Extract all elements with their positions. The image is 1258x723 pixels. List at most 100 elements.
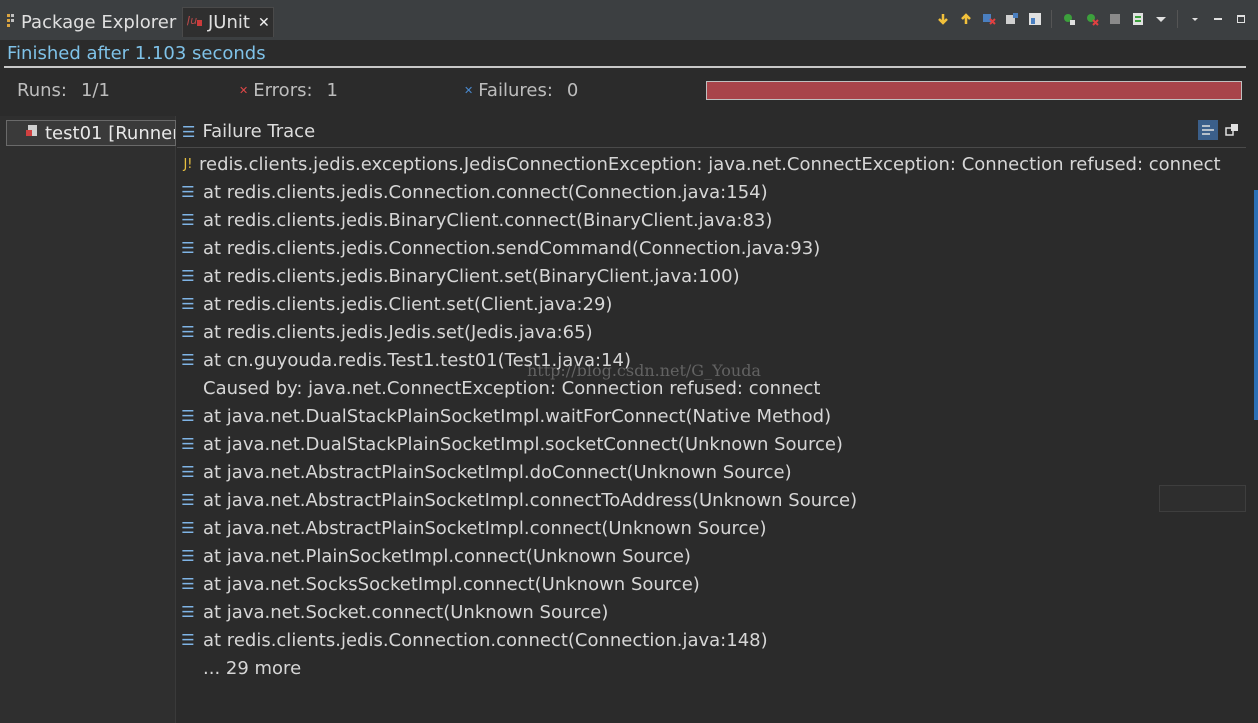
rerun-failures-first-icon[interactable] [1082,10,1101,29]
trace-line-text: at redis.clients.jedis.BinaryClient.conn… [203,209,773,231]
trace-line[interactable]: ·... 29 more [177,654,1258,682]
status-divider [4,66,1246,68]
trace-line[interactable]: ☰ at java.net.DualStackPlainSocketImpl.so… [177,430,1258,458]
failures-value: 0 [566,80,579,101]
trace-line-text: redis.clients.jedis.exceptions.JedisConn… [199,153,1221,175]
tree-item-test01[interactable]: test01 [Runner [6,120,176,146]
trace-line-text: Caused by: java.net.ConnectException: Co… [203,377,821,399]
trace-actions [1198,120,1242,140]
stack-trace-list: J! redis.clients.jedis.exceptions.JedisCo… [177,150,1258,682]
failure-trace-title: Failure Trace [202,121,316,142]
test-tree-panel: test01 [Runner [0,116,176,723]
next-failure-icon[interactable] [933,10,952,29]
trace-line-text: at redis.clients.jedis.Jedis.set(Jedis.j… [203,321,593,343]
trace-line-text: at java.net.Socket.connect(Unknown Sourc… [203,601,609,623]
trace-line-text: at java.net.DualStackPlainSocketImpl.soc… [203,433,843,455]
minimize-icon[interactable] [1208,10,1227,29]
view-menu-icon[interactable] [1185,10,1204,29]
trace-line-text: at java.net.PlainSocketImpl.connect(Unkn… [203,545,691,567]
watermark: http://blog.csdn.net/G_Youda [527,361,761,380]
failure-icon: ✕ [464,84,474,97]
svg-text:Ju: Ju [187,14,197,27]
failure-trace-panel: ☰ Failure Trace J! redis.clients.jedis.ex… [177,116,1258,723]
exception-icon: J! [183,156,193,172]
stack-frame-icon: ☰ [181,547,195,565]
errors-value: 1 [326,80,338,101]
stack-frame-icon: ☰ [181,519,195,537]
stack-frame-icon: ☰ [181,491,195,509]
trace-line-text: at java.net.AbstractPlainSocketImpl.conn… [203,489,858,511]
filter-stack-trace-icon[interactable] [1198,120,1218,140]
trace-line[interactable]: ☰ at redis.clients.jedis.BinaryClient.set… [177,262,1258,290]
trace-line-text: at java.net.AbstractPlainSocketImpl.doCo… [203,461,792,483]
progress-fill [707,82,1241,99]
package-explorer-icon [6,12,16,33]
trace-line-text: at redis.clients.jedis.Connection.connec… [203,181,768,203]
tab-label: JUnit [208,12,250,33]
stack-frame-icon: ☰ [181,183,195,201]
test-error-icon [25,124,39,142]
trace-line[interactable]: ☰ at java.net.AbstractPlainSocketImpl.con… [177,514,1258,542]
trace-line[interactable]: ☰ at java.net.SocksSocketImpl.connect(Unk… [177,570,1258,598]
close-icon[interactable]: ✕ [258,15,270,31]
show-failures-only-icon[interactable] [979,10,998,29]
failures-label: Failures: [478,80,553,101]
failure-trace-header: ☰ Failure Trace [177,116,1246,148]
errors-label: Errors: [253,80,313,101]
stack-frame-icon: ☰ [181,603,195,621]
view-tab-bar: Package Explorer Ju JUnit ✕ [0,0,1258,40]
trace-line[interactable]: ☰ at java.net.AbstractPlainSocketImpl.con… [177,486,1258,514]
maximize-icon[interactable] [1231,10,1250,29]
rerun-test-icon[interactable] [1059,10,1078,29]
stack-frame-icon: ☰ [181,463,195,481]
stack-frame-icon: ☰ [181,575,195,593]
stop-icon[interactable] [1105,10,1124,29]
tab-junit[interactable]: Ju JUnit ✕ [182,7,274,37]
trace-line[interactable]: ☰ at redis.clients.jedis.BinaryClient.con… [177,206,1258,234]
previous-failure-icon[interactable] [956,10,975,29]
toolbar-separator [1051,10,1052,28]
stack-frame-icon: ☰ [181,239,195,257]
trace-line[interactable]: ☰ at redis.clients.jedis.Connection.conne… [177,626,1258,654]
trace-line[interactable]: ☰ at redis.clients.jedis.Client.set(Clien… [177,290,1258,318]
toolbar-separator [1177,10,1178,28]
errors-counter: ✕ Errors: 1 [239,80,338,101]
layout-icon[interactable] [1025,10,1044,29]
trace-line-text: at java.net.DualStackPlainSocketImpl.wai… [203,405,832,427]
test-progress-bar [706,81,1242,100]
tab-package-explorer[interactable]: Package Explorer [6,7,176,37]
stack-frame-icon: ☰ [181,435,195,453]
trace-line[interactable]: J! redis.clients.jedis.exceptions.JedisCo… [177,150,1258,178]
trace-line[interactable]: ☰ at java.net.Socket.connect(Unknown Sour… [177,598,1258,626]
stack-frame-icon: ☰ [181,267,195,285]
stack-frame-icon: ☰ [181,211,195,229]
trace-line-text: at redis.clients.jedis.Connection.sendCo… [203,237,821,259]
test-run-history-icon[interactable] [1128,10,1147,29]
trace-line[interactable]: ☰ at java.net.AbstractPlainSocketImpl.doC… [177,458,1258,486]
trace-line-text: at redis.clients.jedis.Client.set(Client… [203,293,613,315]
trace-line[interactable]: ☰ at java.net.DualStackPlainSocketImpl.wa… [177,402,1258,430]
stack-frame-icon: ☰ [181,295,195,313]
history-dropdown-icon[interactable] [1151,10,1170,29]
stack-frame-icon: ☰ [181,351,195,369]
stack-trace-icon: ☰ [182,122,196,141]
compare-result-icon[interactable] [1222,120,1242,140]
tree-item-label: test01 [Runner [45,122,176,144]
trace-line[interactable]: ☰ at redis.clients.jedis.Jedis.set(Jedis.… [177,318,1258,346]
junit-toolbar [933,9,1250,29]
no-icon: · [177,379,199,397]
stack-frame-icon: ☰ [181,631,195,649]
scroll-lock-icon[interactable] [1002,10,1021,29]
right-edge-scroll-indicator[interactable] [1254,190,1258,420]
junit-icon: Ju [185,12,203,33]
trace-line[interactable]: ☰ at redis.clients.jedis.Connection.sendC… [177,234,1258,262]
trace-line-text: at redis.clients.jedis.Connection.connec… [203,629,768,651]
trace-line[interactable]: ☰ at java.net.PlainSocketImpl.connect(Unk… [177,542,1258,570]
trace-line-text: at java.net.AbstractPlainSocketImpl.conn… [203,517,767,539]
stack-frame-icon: ☰ [181,407,195,425]
run-status-text: Finished after 1.103 seconds [7,43,266,64]
tooltip-box [1159,485,1246,512]
trace-line[interactable]: ☰ at redis.clients.jedis.Connection.conne… [177,178,1258,206]
error-icon: ✕ [239,84,249,97]
runs-label: Runs: [17,80,67,101]
